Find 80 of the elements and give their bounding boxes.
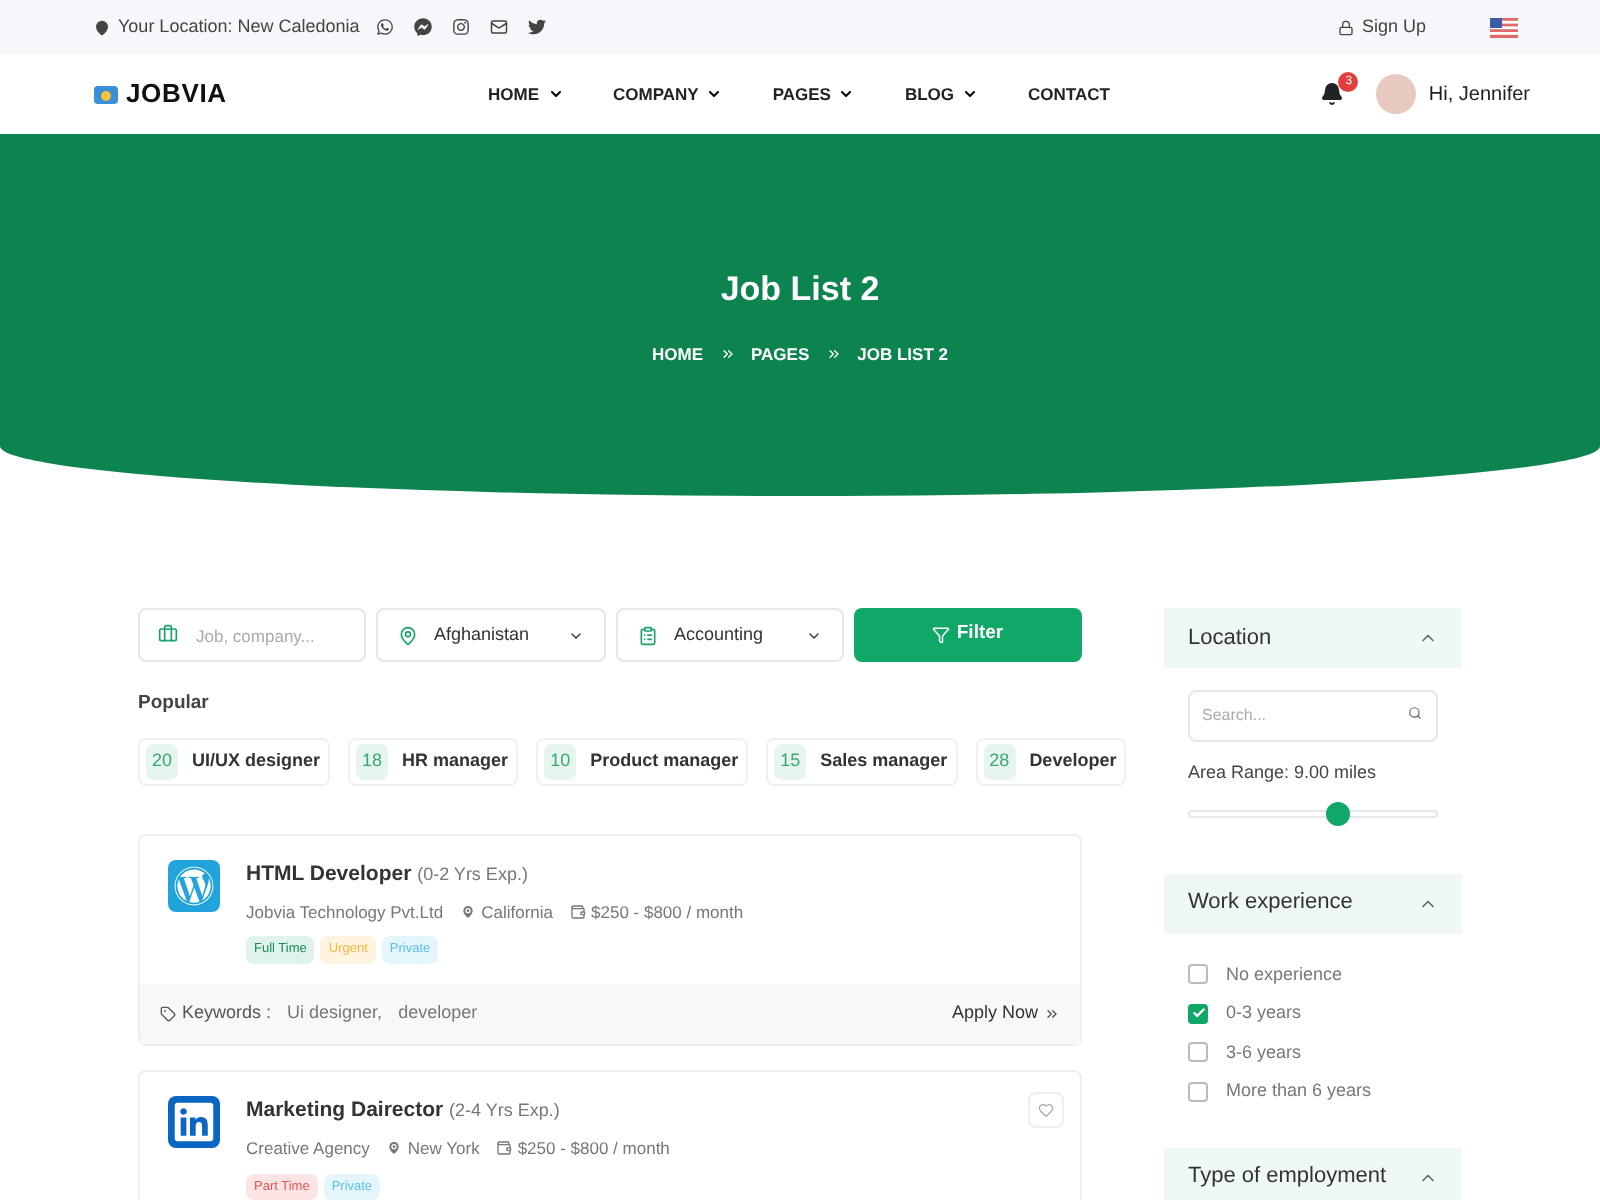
- briefcase-icon: [158, 624, 178, 644]
- map-pin-icon: [385, 1140, 402, 1157]
- chevron-down-icon[interactable]: [706, 86, 723, 102]
- filter-section-header[interactable]: Location: [1164, 608, 1462, 668]
- tag-icon: [160, 1006, 176, 1022]
- nav-link[interactable]: PAGES: [772, 81, 831, 107]
- breadcrumb-item[interactable]: HOME: [652, 341, 703, 367]
- filter-icon: [932, 626, 951, 644]
- job-search-field[interactable]: Job, company...: [138, 608, 366, 662]
- category-value: Accounting: [674, 621, 766, 648]
- messenger-icon[interactable]: [413, 18, 432, 36]
- chevron-down-icon[interactable]: [838, 86, 855, 102]
- search-icon: [1408, 706, 1422, 720]
- lock-icon: [1337, 19, 1354, 35]
- instagram-icon[interactable]: [451, 18, 470, 36]
- breadcrumb-item[interactable]: PAGES: [751, 341, 810, 367]
- sign-up-link[interactable]: Sign Up: [1361, 13, 1426, 41]
- range-slider-thumb[interactable]: [1325, 801, 1350, 825]
- chevron-down-icon[interactable]: [962, 86, 979, 102]
- map-pin-icon: [459, 903, 476, 920]
- nav-link[interactable]: COMPANY: [613, 81, 699, 107]
- filter-section-header[interactable]: Work experience: [1164, 873, 1462, 933]
- map-pin-icon: [94, 19, 110, 35]
- checkbox[interactable]: [1188, 1042, 1208, 1063]
- keywords-label: Keywords :: [182, 1000, 272, 1027]
- breadcrumb-separator-icon: [719, 345, 735, 362]
- flag-icon[interactable]: [1490, 17, 1518, 37]
- wordpress-logo: [168, 859, 220, 912]
- mail-icon[interactable]: [489, 18, 508, 36]
- location-text: Your Location: New Caledonia: [118, 13, 360, 40]
- double-chevron-icon: [1044, 1006, 1060, 1022]
- checkbox[interactable]: [1188, 964, 1208, 985]
- whatsapp-icon[interactable]: [375, 18, 394, 36]
- wallet-icon: [495, 1140, 512, 1157]
- location-search-field[interactable]: Search...: [1188, 689, 1438, 741]
- breadcrumb-separator-icon: [825, 345, 842, 362]
- area-range-label: Area Range: 9.00 miles: [1188, 760, 1379, 786]
- job-title[interactable]: HTML Developer (0-2 Yrs Exp.): [246, 859, 744, 891]
- job-location: New York: [407, 1135, 480, 1161]
- checkbox-label: 0-3 years: [1226, 1000, 1302, 1026]
- twitter-icon[interactable]: [527, 18, 546, 36]
- category-select[interactable]: Accounting: [616, 608, 844, 662]
- popular-tag[interactable]: 18 HR manager: [348, 738, 519, 786]
- checkbox-label: No experience: [1226, 961, 1343, 988]
- location-select[interactable]: Afghanistan: [376, 608, 606, 662]
- checkbox[interactable]: [1188, 1081, 1208, 1102]
- map-pin-icon: [398, 625, 418, 645]
- checkbox[interactable]: [1188, 1003, 1208, 1024]
- chevron-down-icon[interactable]: [547, 86, 563, 102]
- location-value: Afghanistan: [434, 621, 532, 648]
- keyword-link[interactable]: Ui designer,: [287, 1000, 383, 1028]
- user-greeting[interactable]: Hi, Jennifer: [1428, 79, 1530, 109]
- apply-now-link[interactable]: Apply Now: [951, 1000, 1038, 1028]
- linkedin-logo: [168, 1096, 220, 1148]
- checkbox-label: 3-6 years: [1226, 1039, 1302, 1066]
- job-salary: $250 - $800 / month: [517, 1135, 670, 1161]
- nav-link[interactable]: CONTACT: [1028, 81, 1110, 107]
- popular-tag[interactable]: 20 UI/UX designer: [138, 738, 331, 786]
- heart-icon: [1038, 1102, 1054, 1118]
- job-salary: $250 - $800 / month: [591, 899, 744, 925]
- job-title[interactable]: Marketing Dairector (2-4 Yrs Exp.): [246, 1096, 670, 1128]
- clipboard-icon: [638, 625, 658, 645]
- company-name: Creative Agency: [246, 1135, 370, 1161]
- checkbox-label: More than 6 years: [1226, 1078, 1372, 1104]
- page-title: Job List 2: [720, 268, 880, 312]
- popular-tag[interactable]: 15 Sales manager: [766, 738, 958, 786]
- popular-tag[interactable]: 10 Product manager: [536, 738, 749, 786]
- brand-logo[interactable]: JOBVIA: [126, 74, 227, 114]
- keyword-link[interactable]: developer: [398, 1000, 478, 1028]
- popular-tag[interactable]: 28 Developer: [975, 738, 1127, 786]
- job-location: California: [481, 899, 554, 925]
- breadcrumb-item: JOB LIST 2: [857, 341, 948, 367]
- popular-heading: Popular: [138, 690, 211, 718]
- bell-icon[interactable]: [1320, 82, 1345, 106]
- briefcase-logo-icon: [94, 82, 118, 106]
- nav-link[interactable]: BLOG: [904, 81, 955, 107]
- nav-link[interactable]: HOME: [488, 81, 539, 107]
- wallet-icon: [569, 903, 586, 920]
- filter-section-header[interactable]: Type of employment: [1164, 1147, 1462, 1200]
- company-name: Jobvia Technology Pvt.Ltd: [246, 899, 444, 925]
